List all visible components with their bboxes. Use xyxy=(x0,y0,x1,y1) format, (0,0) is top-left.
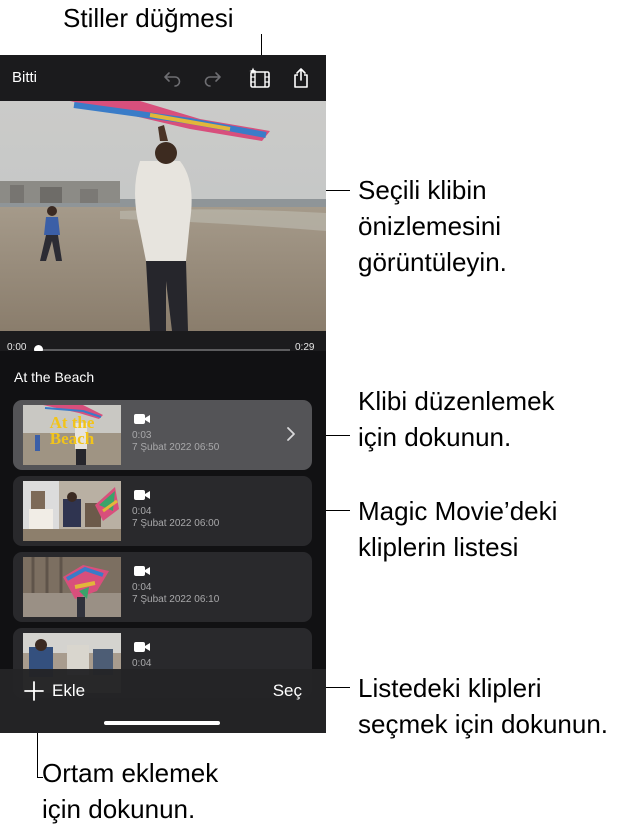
leader-line xyxy=(37,777,43,778)
preview-image xyxy=(0,101,326,331)
callout-text: Klibi düzenlemek xyxy=(358,386,555,416)
callout-preview: Seçili klibin önizlemesini görüntüleyin. xyxy=(358,172,507,280)
clip-thumbnail xyxy=(23,557,121,617)
list-item[interactable]: 0:04 7 Şubat 2022 06:10 xyxy=(13,552,312,622)
undo-icon[interactable] xyxy=(159,65,185,91)
clip-thumbnail xyxy=(23,481,121,541)
clip-duration: 0:04 xyxy=(132,658,152,669)
thumbnail-title-line: Beach xyxy=(49,429,95,448)
callout-tap-edit: Klibi düzenlemek için dokunun. xyxy=(358,383,555,455)
callout-text: için dokunun. xyxy=(358,422,512,452)
app-screen: Bitti 0:00 0:29 At the Beach At the Beac… xyxy=(0,55,326,733)
select-button[interactable]: Seç xyxy=(273,681,302,701)
styles-icon[interactable] xyxy=(247,65,273,91)
clip-date: 7 Şubat 2022 06:10 xyxy=(132,594,220,605)
callout-text: önizlemesini xyxy=(358,211,502,241)
share-icon[interactable] xyxy=(288,65,314,91)
video-camera-icon xyxy=(134,412,150,424)
video-camera-icon xyxy=(134,640,150,652)
video-camera-icon xyxy=(134,564,150,576)
callout-clip-list: Magic Movie’deki kliplerin listesi xyxy=(358,493,557,565)
callout-text: seçmek için dokunun. xyxy=(358,709,609,739)
done-button[interactable]: Bitti xyxy=(12,69,37,86)
bottom-toolbar: Ekle Seç xyxy=(0,669,326,733)
home-indicator xyxy=(104,721,220,725)
thumbnail-title-text: At the Beach xyxy=(23,414,121,448)
callout-text: Ortam eklemek xyxy=(42,758,219,788)
add-media-button[interactable]: Ekle xyxy=(24,678,85,704)
callout-select-clips: Listedeki klipleri seçmek için dokunun. xyxy=(358,670,608,742)
callout-styles-button: Stiller düğmesi xyxy=(63,0,234,36)
callout-text: kliplerin listesi xyxy=(358,532,519,562)
clip-thumbnail: At the Beach xyxy=(23,405,121,465)
callout-text: Stiller düğmesi xyxy=(63,3,234,33)
redo-icon[interactable] xyxy=(200,65,226,91)
video-camera-icon xyxy=(134,488,150,500)
movie-title: At the Beach xyxy=(14,369,95,385)
clip-preview[interactable] xyxy=(0,101,326,331)
clip-date: 7 Şubat 2022 06:50 xyxy=(132,442,220,453)
callout-text: görüntüleyin. xyxy=(358,247,507,277)
clip-duration: 0:03 xyxy=(132,430,152,441)
callout-add-media: Ortam eklemek için dokunun. xyxy=(42,755,218,827)
plus-icon xyxy=(24,681,44,701)
clip-duration: 0:04 xyxy=(132,582,152,593)
chevron-right-icon[interactable] xyxy=(284,424,298,444)
clip-duration: 0:04 xyxy=(132,506,152,517)
add-label: Ekle xyxy=(52,681,86,700)
callout-text: Seçili klibin xyxy=(358,175,487,205)
list-item[interactable]: 0:04 7 Şubat 2022 06:00 xyxy=(13,476,312,546)
callout-text: Magic Movie’deki xyxy=(358,496,558,526)
callout-text: Listedeki klipleri xyxy=(358,673,542,703)
clip-date: 7 Şubat 2022 06:00 xyxy=(132,518,220,529)
callout-text: için dokunun. xyxy=(42,794,196,824)
top-toolbar: Bitti xyxy=(0,55,326,101)
list-item[interactable]: At the Beach 0:03 7 Şubat 2022 06:50 xyxy=(13,400,312,470)
